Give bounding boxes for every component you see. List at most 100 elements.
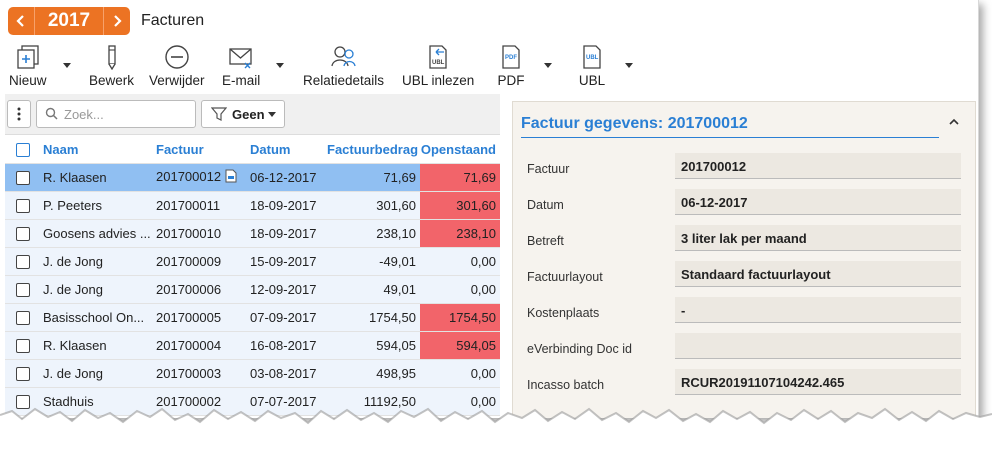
ubl-import-button[interactable]: UBL UBL inlezen [402,44,474,88]
ubl-file-icon: UBL [577,44,607,70]
new-label: Nieuw [9,73,47,88]
envelope-icon [226,44,256,70]
pdf-file-icon: PDF [496,44,526,70]
email-button[interactable]: E-mail [222,44,260,88]
row-checkbox[interactable] [16,198,30,213]
field-label-factuur: Factuur [527,162,570,176]
column-header-datum[interactable]: Datum [250,136,327,164]
new-document-icon [13,44,43,70]
cell-datum: 07-09-2017 [250,303,327,332]
field-value-factuur: 201700012 [675,153,961,179]
minus-circle-icon [162,44,192,70]
more-vertical-icon [17,107,21,121]
cell-bedrag: 238,10 [327,219,420,248]
cell-factuur: 201700009 [156,247,250,276]
ubl-import-icon: UBL [423,44,453,70]
search-field[interactable]: Zoek... [36,100,196,128]
cell-naam: J. de Jong [43,247,156,276]
field-value-everbinding [675,333,961,359]
cell-factuur-text: 201700012 [156,168,222,184]
contact-details-button[interactable]: Relatiedetails [303,44,384,88]
chevron-up-icon [949,118,959,125]
delete-button[interactable]: Verwijder [149,44,205,88]
cell-openstaand: 71,69 [420,163,500,192]
cell-factuur: 201700010 [156,219,250,248]
row-checkbox[interactable] [16,282,30,297]
cell-openstaand: 1754,50 [420,303,500,332]
cell-datum: 16-08-2017 [250,331,327,360]
select-all-cell[interactable] [5,136,43,164]
cell-bedrag: 49,01 [327,275,420,304]
cell-bedrag: 594,05 [327,331,420,360]
table-row[interactable]: P. Peeters 201700011 18-09-2017 301,60 3… [5,191,500,220]
cell-naam: P. Peeters [43,191,156,220]
cell-factuur: 201700012 [156,163,250,192]
panel-title: Factuur gegevens: 201700012 [521,115,748,132]
year-label[interactable]: 2017 [34,7,104,35]
edit-button[interactable]: Bewerk [89,44,134,88]
table-row[interactable]: Goosens advies ... 201700010 18-09-2017 … [5,219,500,248]
field-label-kostenplaats: Kostenplaats [527,306,600,320]
cell-bedrag: 1754,50 [327,303,420,332]
table-row[interactable]: J. de Jong 201700003 03-08-2017 498,95 0… [5,359,500,388]
row-checkbox[interactable] [16,310,30,325]
field-value-kostenplaats: - [675,297,961,323]
grid-menu-button[interactable] [7,100,31,128]
ubl-button[interactable]: UBL UBL [577,44,607,88]
cell-bedrag: 301,60 [327,191,420,220]
pdf-button[interactable]: PDF PDF [496,44,526,88]
row-checkbox[interactable] [16,254,30,269]
contacts-icon [329,44,359,70]
panel-title-underline [521,137,939,138]
pdf-label: PDF [497,73,525,88]
field-value-incasso-batch: RCUR20191107104242.465 [675,369,961,395]
collapse-panel-button[interactable] [948,115,960,130]
field-value-factuurlayout: Standaard factuurlayout [675,261,961,287]
cell-datum: 03-08-2017 [250,359,327,388]
invoice-table: Naam Factuur Datum Factuurbedrag Opensta… [5,136,500,416]
app-window: 2017 Facturen Nieuw Bewerk Verwijder E-m… [0,0,979,418]
cell-openstaand: 0,00 [420,275,500,304]
column-header-naam[interactable]: Naam [43,136,156,164]
cell-openstaand: 238,10 [420,219,500,248]
row-checkbox[interactable] [16,366,30,381]
edit-label: Bewerk [89,73,135,88]
cell-openstaand: 301,60 [420,191,500,220]
cell-naam: R. Klaasen [43,331,156,360]
table-row[interactable]: R. Klaasen 201700012 06-12-2017 71,69 71… [5,163,500,192]
ubl-dropdown-caret[interactable] [625,63,633,68]
email-dropdown-caret[interactable] [276,63,284,68]
cell-factuur: 201700011 [156,191,250,220]
cell-datum: 18-09-2017 [250,191,327,220]
cell-factuur: 201700004 [156,331,250,360]
field-label-datum: Datum [527,198,564,212]
table-row[interactable]: J. de Jong 201700009 15-09-2017 -49,01 0… [5,247,500,276]
new-dropdown-caret[interactable] [63,63,71,68]
cell-factuur: 201700006 [156,275,250,304]
delete-label: Verwijder [149,73,205,88]
select-all-checkbox[interactable] [16,142,30,157]
row-checkbox[interactable] [16,226,30,241]
next-year-button[interactable] [104,7,130,35]
filter-dropdown[interactable]: Geen [201,100,285,128]
row-checkbox[interactable] [16,338,30,353]
table-row[interactable]: J. de Jong 201700006 12-09-2017 49,01 0,… [5,275,500,304]
new-button[interactable]: Nieuw [9,44,47,88]
field-label-betreft: Betreft [527,234,564,248]
page-title: Facturen [141,12,205,29]
row-checkbox[interactable] [16,170,30,185]
cell-factuur: 201700003 [156,359,250,388]
table-row[interactable]: Basisschool On... 201700005 07-09-2017 1… [5,303,500,332]
column-header-factuur[interactable]: Factuur [156,136,250,164]
table-row[interactable]: R. Klaasen 201700004 16-08-2017 594,05 5… [5,331,500,360]
column-header-openstaand[interactable]: Openstaand [420,136,500,164]
chevron-right-icon [114,15,122,27]
cell-openstaand: 0,00 [420,359,500,388]
prev-year-button[interactable] [8,7,34,35]
search-input[interactable]: Zoek... [64,107,104,122]
pdf-dropdown-caret[interactable] [544,63,552,68]
ubl-label: UBL [578,73,606,88]
cell-factuur: 201700005 [156,303,250,332]
column-header-factuurbedrag[interactable]: Factuurbedrag [327,136,420,164]
chevron-down-icon [268,112,276,117]
